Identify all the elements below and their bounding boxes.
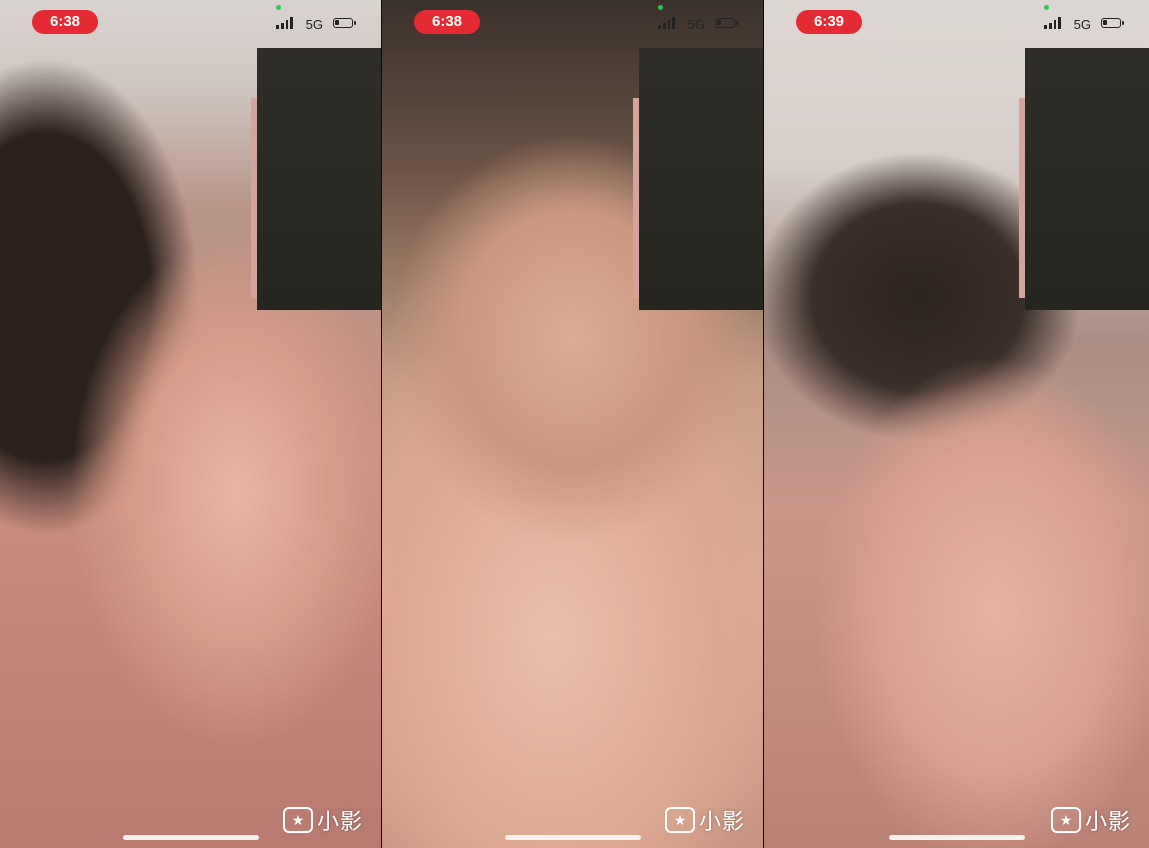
status-time: 6:39 (796, 10, 862, 34)
camera-active-dot (276, 5, 281, 10)
status-bar: 6:38 5G (382, 0, 763, 44)
watermark: ★ 小影 (282, 804, 363, 836)
battery-icon (333, 18, 356, 28)
watermark: ★ 小影 (664, 804, 745, 836)
xiaoying-logo-icon: ★ (282, 807, 313, 833)
network-type: 5G (305, 17, 323, 32)
self-preview-window[interactable] (1019, 48, 1149, 310)
watermark-text: 小影 (698, 809, 745, 834)
xiaoying-logo-icon: ★ (1050, 807, 1081, 833)
signal-icon (1044, 17, 1061, 29)
status-bar: 6:39 5G (764, 0, 1149, 44)
signal-icon (658, 17, 675, 29)
watermark-text: 小影 (316, 809, 363, 834)
watermark-text: 小影 (1084, 809, 1131, 834)
self-preview-window[interactable] (251, 48, 381, 310)
home-indicator[interactable] (122, 835, 259, 840)
xiaoying-logo-icon: ★ (664, 807, 695, 833)
screenshot-strip: 6:38 5G ★ 小影 6:38 5G ★ 小影 6:39 5G ★ 小影 (0, 0, 1149, 848)
camera-active-dot (658, 5, 663, 10)
network-type: 5G (687, 17, 705, 32)
status-time: 6:38 (32, 10, 98, 34)
video-call-screen-3: 6:39 5G ★ 小影 (764, 0, 1149, 848)
status-bar: 6:38 5G (0, 0, 381, 44)
watermark: ★ 小影 (1050, 804, 1131, 836)
video-call-screen-1: 6:38 5G ★ 小影 (0, 0, 382, 848)
home-indicator[interactable] (888, 835, 1025, 840)
network-type: 5G (1073, 17, 1091, 32)
battery-icon (715, 18, 738, 28)
signal-icon (276, 17, 293, 29)
home-indicator[interactable] (504, 835, 641, 840)
camera-active-dot (1044, 5, 1049, 10)
status-time: 6:38 (414, 10, 480, 34)
battery-icon (1101, 18, 1124, 28)
video-call-screen-2: 6:38 5G ★ 小影 (382, 0, 764, 848)
self-preview-window[interactable] (633, 48, 763, 310)
